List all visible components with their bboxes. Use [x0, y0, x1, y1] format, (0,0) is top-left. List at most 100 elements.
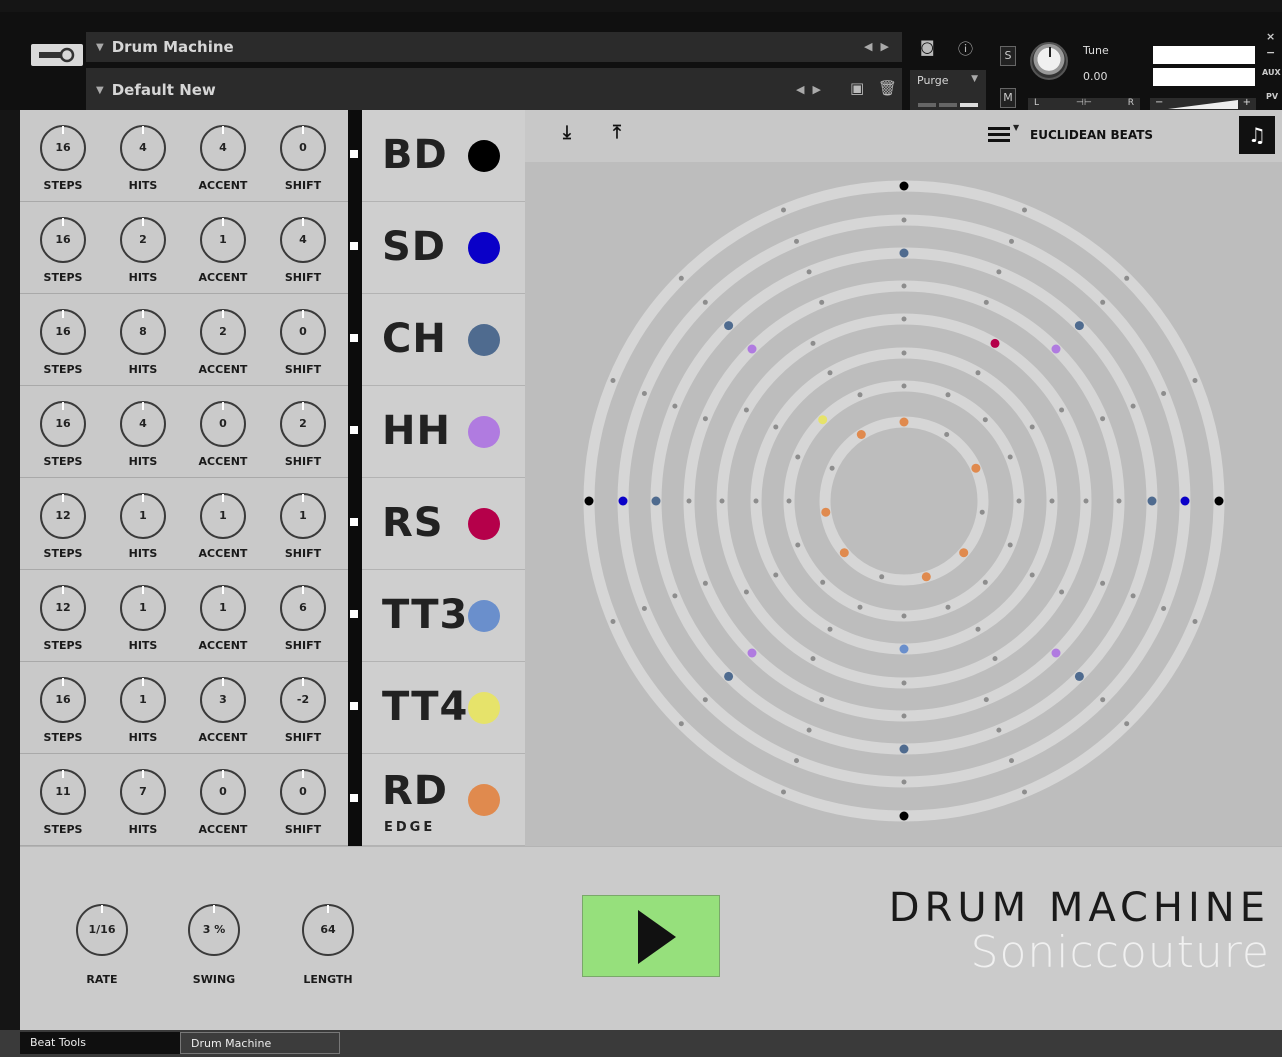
step-rest[interactable]: [641, 606, 647, 611]
track-color-dot[interactable]: [468, 508, 500, 540]
step-rest[interactable]: [944, 432, 950, 437]
step-hit[interactable]: [990, 338, 1000, 348]
shift-knob[interactable]: 0: [280, 309, 326, 355]
step-rest[interactable]: [983, 697, 989, 703]
step-rest[interactable]: [982, 417, 988, 423]
step-rest[interactable]: [1100, 299, 1106, 305]
step-rest[interactable]: [672, 593, 678, 599]
accent-knob[interactable]: 2: [200, 309, 246, 355]
hits-knob[interactable]: 1: [120, 677, 166, 723]
step-hit[interactable]: [921, 572, 931, 582]
step-rest[interactable]: [1022, 207, 1027, 213]
track-select-marker[interactable]: [350, 334, 358, 342]
step-hit[interactable]: [1214, 496, 1224, 506]
play-button[interactable]: [582, 895, 720, 977]
step-rest[interactable]: [1059, 407, 1065, 413]
step-rest[interactable]: [829, 465, 835, 471]
step-rest[interactable]: [901, 217, 907, 223]
track-select-marker[interactable]: [350, 426, 358, 434]
step-rest[interactable]: [794, 758, 799, 764]
tab-beat-tools[interactable]: Beat Tools: [20, 1032, 180, 1054]
hits-knob[interactable]: 4: [120, 401, 166, 447]
accent-knob[interactable]: 1: [200, 585, 246, 631]
track-name-cell[interactable]: RD EDGE: [362, 754, 525, 846]
track-select-marker[interactable]: [350, 518, 358, 526]
chevron-down-icon[interactable]: ▼: [96, 85, 104, 96]
step-hit[interactable]: [899, 181, 909, 191]
edit-instrument-button[interactable]: [31, 44, 83, 66]
track-select-marker[interactable]: [350, 150, 358, 158]
step-hit[interactable]: [899, 744, 909, 754]
step-rest[interactable]: [610, 378, 616, 383]
step-rest[interactable]: [1161, 391, 1167, 396]
step-rest[interactable]: [1029, 572, 1035, 578]
step-rest[interactable]: [901, 383, 907, 389]
step-rest[interactable]: [610, 619, 616, 624]
steps-knob[interactable]: 16: [40, 309, 86, 355]
step-hit[interactable]: [899, 417, 909, 427]
step-hit[interactable]: [971, 463, 981, 473]
step-rest[interactable]: [1124, 275, 1130, 281]
step-rest[interactable]: [1059, 589, 1065, 595]
step-rest[interactable]: [781, 207, 786, 213]
step-rest[interactable]: [901, 350, 907, 356]
steps-knob[interactable]: 16: [40, 677, 86, 723]
hits-knob[interactable]: 1: [120, 585, 166, 631]
step-rest[interactable]: [1130, 593, 1136, 599]
solo-button[interactable]: S: [1000, 46, 1016, 66]
step-rest[interactable]: [1009, 758, 1014, 764]
step-hit[interactable]: [747, 648, 757, 658]
track-name-cell[interactable]: CH: [362, 294, 525, 386]
shift-knob[interactable]: 2: [280, 401, 326, 447]
step-rest[interactable]: [1100, 580, 1106, 586]
shift-knob[interactable]: 1: [280, 493, 326, 539]
aux-label[interactable]: AUX: [1262, 68, 1281, 77]
step-rest[interactable]: [992, 656, 998, 662]
track-select-marker[interactable]: [350, 242, 358, 250]
step-rest[interactable]: [857, 604, 863, 610]
instrument-name-bar[interactable]: ▼ Drum Machine ◀▶: [86, 32, 902, 62]
track-name-cell[interactable]: HH: [362, 386, 525, 478]
track-name-cell[interactable]: SD: [362, 202, 525, 294]
shift-knob[interactable]: 0: [280, 125, 326, 171]
step-hit[interactable]: [1074, 671, 1084, 681]
step-hit[interactable]: [724, 321, 734, 331]
swing-knob[interactable]: 3 %: [188, 904, 240, 956]
hits-knob[interactable]: 7: [120, 769, 166, 815]
step-rest[interactable]: [1124, 721, 1130, 727]
step-rest[interactable]: [1130, 403, 1136, 409]
midi-export-button[interactable]: ♫: [1239, 116, 1275, 154]
step-hit[interactable]: [899, 644, 909, 654]
step-hit[interactable]: [1051, 648, 1061, 658]
step-rest[interactable]: [1161, 606, 1167, 611]
track-color-dot[interactable]: [468, 232, 500, 264]
hits-knob[interactable]: 4: [120, 125, 166, 171]
step-rest[interactable]: [901, 316, 907, 322]
step-rest[interactable]: [743, 589, 749, 595]
step-rest[interactable]: [1029, 424, 1035, 430]
step-rest[interactable]: [795, 454, 801, 460]
step-hit[interactable]: [584, 496, 594, 506]
track-select-marker[interactable]: [350, 610, 358, 618]
step-hit[interactable]: [1147, 496, 1157, 506]
tune-knob[interactable]: [1030, 42, 1068, 80]
step-hit[interactable]: [959, 548, 969, 558]
preset-name-bar[interactable]: ▼ Default New ◀▶: [86, 68, 902, 112]
step-hit[interactable]: [1074, 321, 1084, 331]
track-name-cell[interactable]: RS: [362, 478, 525, 570]
step-rest[interactable]: [753, 498, 759, 504]
step-rest[interactable]: [827, 626, 833, 632]
step-rest[interactable]: [719, 498, 725, 504]
chevron-down-icon[interactable]: ▼: [96, 42, 104, 53]
accent-knob[interactable]: 3: [200, 677, 246, 723]
step-rest[interactable]: [1016, 498, 1022, 504]
step-rest[interactable]: [879, 574, 885, 580]
step-hit[interactable]: [821, 507, 831, 517]
step-rest[interactable]: [702, 299, 708, 305]
download-icon[interactable]: ⤓: [563, 122, 571, 143]
ring-tt3[interactable]: [750, 347, 1058, 655]
step-rest[interactable]: [819, 697, 825, 703]
upload-icon[interactable]: ⤒: [613, 122, 621, 143]
step-rest[interactable]: [773, 424, 779, 430]
tab-drum-machine[interactable]: Drum Machine: [180, 1032, 340, 1054]
